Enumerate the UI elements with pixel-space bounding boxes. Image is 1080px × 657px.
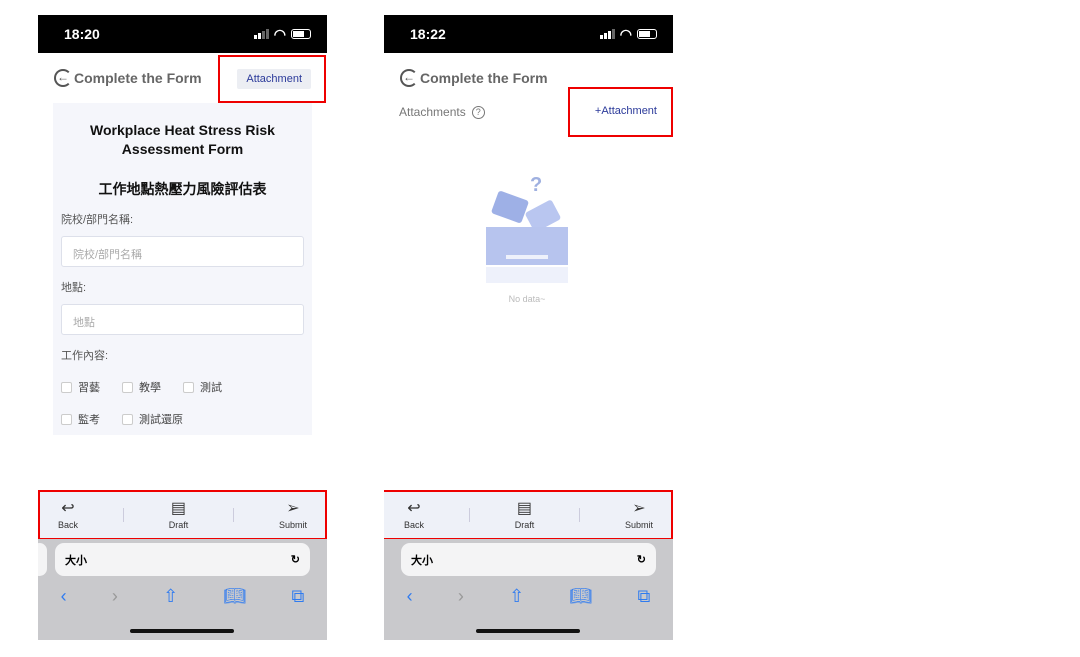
address-bar[interactable]: 大小 ↻ — [55, 543, 310, 576]
field-label-location: 地點: — [61, 282, 87, 294]
browser-back-icon[interactable]: ‹ — [61, 586, 67, 607]
text-size-button[interactable]: 大小 — [411, 552, 433, 568]
home-indicator — [130, 629, 234, 633]
highlight-box — [218, 55, 326, 103]
battery-icon — [291, 29, 311, 39]
empty-inbox-icon: ? — [486, 174, 568, 283]
bookmarks-icon[interactable]: 📖︎ — [569, 586, 592, 607]
empty-text: No data~ — [508, 294, 546, 304]
tabs-icon[interactable]: ⧉ — [292, 586, 305, 607]
reload-icon[interactable]: ↻ — [291, 553, 300, 566]
text-size-button[interactable]: 大小 — [65, 552, 87, 568]
back-arrow-icon[interactable]: ← — [400, 69, 418, 87]
home-indicator — [476, 629, 580, 633]
browser-forward-icon[interactable]: › — [112, 586, 118, 607]
checkbox-option[interactable]: 測試 — [183, 379, 222, 395]
back-arrow-icon[interactable]: ← — [54, 69, 72, 87]
highlight-box — [568, 87, 673, 137]
location-input[interactable]: 地點 — [61, 304, 304, 335]
browser-bar: 大小 ↻ ‹ › ⇧ 📖︎ ⧉ — [384, 539, 673, 640]
bookmarks-icon[interactable]: 📖︎ — [223, 586, 246, 607]
checkbox-option[interactable]: 教學 — [122, 379, 161, 395]
checkbox-option[interactable]: 監考 — [61, 411, 100, 427]
help-icon[interactable]: ? — [471, 105, 485, 119]
form-title: Workplace Heat Stress Risk Assessment Fo… — [90, 122, 275, 157]
signal-icon — [599, 29, 615, 39]
institution-input[interactable]: 院校/部門名稱 — [61, 236, 304, 267]
checkbox-option[interactable]: 習藝 — [61, 379, 100, 395]
tabs-icon[interactable]: ⧉ — [638, 586, 651, 607]
wifi-icon: ◠ — [273, 25, 286, 42]
phone-screen-attachments: 18:22 ◠ ← Complete the Form Attachments?… — [384, 15, 673, 640]
svg-text:?: ? — [530, 175, 542, 196]
signal-icon — [253, 29, 269, 39]
browser-bar: 大小 ↻ ‹ › ⇧ 📖︎ ⧉ — [38, 539, 327, 640]
page-header: ← Complete the Form — [54, 69, 202, 87]
attachments-label: Attachments — [399, 105, 466, 119]
status-time: 18:20 — [64, 26, 100, 42]
page-title: Complete the Form — [74, 70, 202, 86]
checkbox-option[interactable]: 測試還原 — [122, 411, 183, 427]
phone-screen-form: 18:20 ◠ ← Complete the Form Attachment W… — [38, 15, 327, 640]
option-label: 監考 — [78, 414, 100, 426]
battery-icon — [637, 29, 657, 39]
share-icon[interactable]: ⇧ — [509, 586, 524, 607]
form-title-zh: 工作地點熱壓力風險評估表 — [98, 181, 267, 197]
form-content: Workplace Heat Stress Risk Assessment Fo… — [53, 103, 312, 435]
status-bar: 18:20 ◠ — [38, 15, 327, 53]
option-label: 習藝 — [78, 382, 100, 394]
field-label-institution: 院校/部門名稱: — [61, 214, 134, 226]
page-title: Complete the Form — [420, 70, 548, 86]
option-label: 教學 — [139, 382, 161, 394]
browser-back-icon[interactable]: ‹ — [407, 586, 413, 607]
reload-icon[interactable]: ↻ — [637, 553, 646, 566]
share-icon[interactable]: ⇧ — [163, 586, 178, 607]
status-bar: 18:22 ◠ — [384, 15, 673, 53]
highlight-box — [38, 490, 327, 540]
wifi-icon: ◠ — [619, 25, 632, 42]
page-header: ← Complete the Form — [400, 69, 548, 87]
field-label-work: 工作內容: — [61, 350, 109, 362]
empty-state: ? No data~ — [484, 174, 570, 304]
option-label: 測試 — [200, 382, 222, 394]
status-time: 18:22 — [410, 26, 446, 42]
highlight-box — [384, 490, 673, 540]
address-bar[interactable]: 大小 ↻ — [401, 543, 656, 576]
browser-forward-icon[interactable]: › — [458, 586, 464, 607]
option-label: 測試還原 — [139, 414, 183, 426]
